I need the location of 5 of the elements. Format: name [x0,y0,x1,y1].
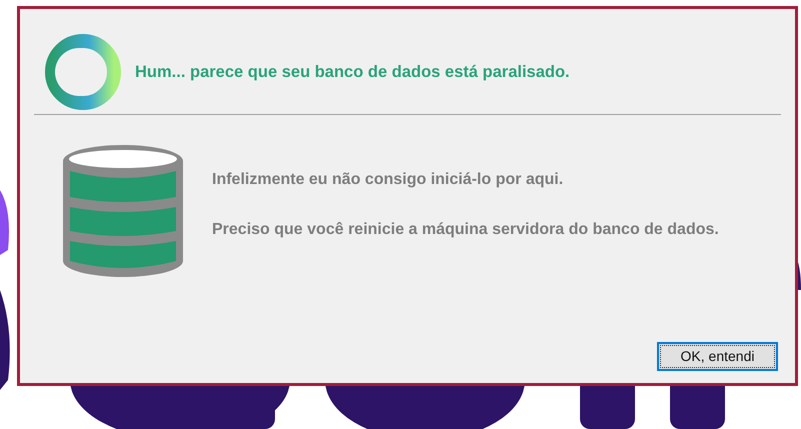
app-logo-icon [44,33,122,111]
message-text: Preciso que você reinicie a máquina servidora do banco de dados. [212,220,720,240]
ok-button[interactable]: OK, entendi [657,342,778,371]
dialog-heading: Hum... parece que seu banco de dados está paralisado. [135,62,570,83]
message-text: Infelizmente eu não consigo iniciá-lo por aqui. [212,170,564,190]
